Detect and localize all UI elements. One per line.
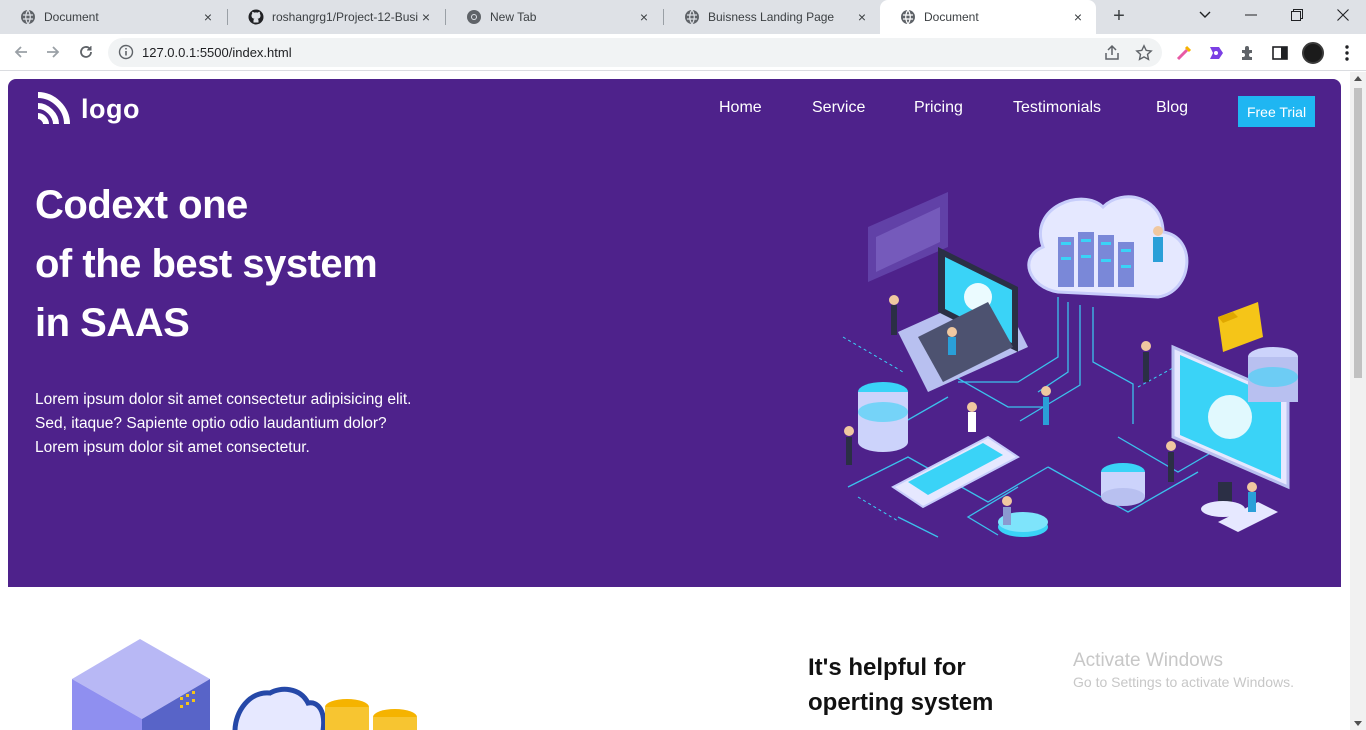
tab-title: Document [924,10,979,24]
arrow-left-icon [14,46,27,58]
activate-windows-watermark: Activate Windows Go to Settings to activ… [1073,650,1294,690]
more-vertical-icon[interactable] [1338,43,1356,63]
section-title: It's helpful for operting system [808,654,994,716]
browser-tab-active[interactable]: Document × [880,0,1096,34]
page-scrollbar[interactable] [1350,72,1366,730]
browser-tab-3[interactable]: New Tab × [446,0,662,34]
nav-testimonials[interactable]: Testimonials [1013,99,1101,117]
site-logo[interactable]: logo [35,91,140,127]
globe-icon [901,9,915,25]
info-icon[interactable] [118,44,134,60]
tab-title: Document [44,10,99,24]
browser-tab-1[interactable]: Document × [0,0,226,34]
side-panel-icon[interactable] [1270,43,1290,63]
free-trial-button[interactable]: Free Trial [1238,96,1315,127]
close-window-button[interactable] [1320,0,1366,30]
tab-strip: Document × roshangrg1/Project-12-Busin ×… [0,0,1366,34]
tab-title: Buisness Landing Page [708,10,835,24]
nav-service[interactable]: Service [812,99,865,117]
github-icon [248,9,264,25]
share-icon[interactable] [1103,44,1121,62]
server-illustration [72,639,417,730]
browser-toolbar: 127.0.0.1:5500/index.html [0,34,1366,71]
nav-pricing[interactable]: Pricing [914,99,963,117]
chevron-down-icon [1199,11,1211,18]
page-viewport: logo Home Service Pricing Testimonials B… [0,72,1350,730]
address-bar[interactable]: 127.0.0.1:5500/index.html [108,38,1162,67]
restore-icon [1291,9,1303,21]
minimize-button[interactable] [1228,0,1274,30]
tab-search-button[interactable] [1182,0,1228,30]
tab-title: roshangrg1/Project-12-Busin [272,10,418,24]
browser-tab-4[interactable]: Buisness Landing Page × [664,0,880,34]
star-icon[interactable] [1135,44,1153,62]
globe-icon [21,9,35,25]
forward-button[interactable] [41,40,65,64]
tab-title: New Tab [490,10,537,24]
restore-button[interactable] [1274,0,1320,30]
close-icon[interactable]: × [1070,9,1086,25]
chrome-icon [467,10,481,24]
back-button[interactable] [9,40,33,64]
hero-headline-line-2: of the best system [35,242,378,286]
watermark-title: Activate Windows [1073,650,1223,671]
minimize-icon [1245,14,1257,16]
extension-icon[interactable] [1206,43,1226,63]
nav-home[interactable]: Home [719,99,762,117]
hero-headline-line-1: Codext one [35,183,248,227]
cloud-network-illustration [842,192,1298,538]
new-tab-button[interactable]: + [1108,6,1130,28]
close-icon[interactable]: × [854,9,870,25]
reload-button[interactable] [74,40,98,64]
url-text[interactable]: 127.0.0.1:5500/index.html [142,45,292,60]
scroll-down-icon[interactable] [1354,721,1362,726]
hero-description: Lorem ipsum dolor sit amet consectetur a… [35,391,412,456]
scroll-up-icon[interactable] [1354,76,1362,81]
profile-avatar[interactable] [1302,42,1324,64]
browser-tab-2[interactable]: roshangrg1/Project-12-Busin × [228,0,444,34]
hero-headline-line-3: in SAAS [35,301,190,345]
arrow-right-icon [47,46,60,58]
close-icon[interactable]: × [636,9,652,25]
globe-icon [685,9,699,25]
reload-icon [80,46,92,58]
logo-text: logo [81,93,140,124]
nav-blog[interactable]: Blog [1156,99,1188,117]
hero-section: logo Home Service Pricing Testimonials B… [8,79,1341,587]
rss-logo-icon [37,92,70,125]
scrollbar-thumb[interactable] [1354,88,1362,378]
close-icon [1337,9,1349,21]
watermark-subtitle: Go to Settings to activate Windows. [1073,674,1294,690]
puzzle-icon[interactable] [1238,43,1258,63]
close-icon[interactable]: × [418,9,434,25]
close-icon[interactable]: × [200,9,216,25]
color-picker-extension-icon[interactable] [1174,43,1194,63]
